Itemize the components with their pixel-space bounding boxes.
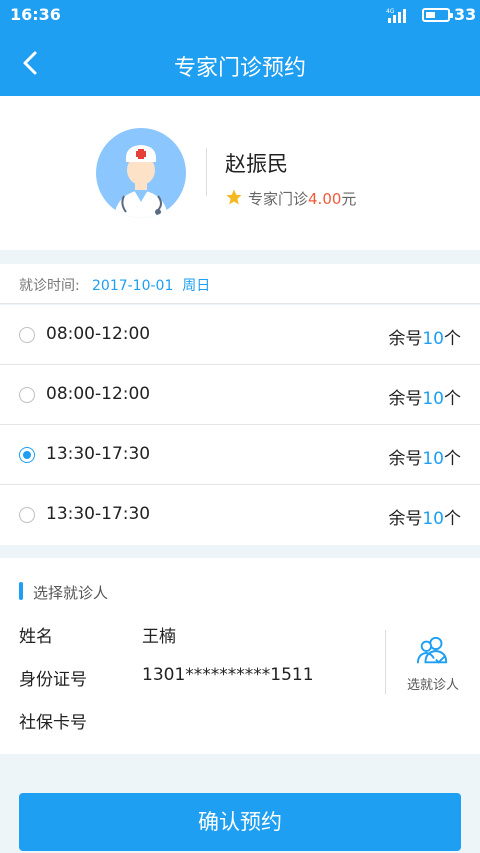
- divider: [206, 148, 207, 196]
- battery-level: 33: [454, 5, 477, 24]
- confirm-button[interactable]: 确认预约: [19, 793, 461, 851]
- doctor-name: 赵振民: [225, 152, 288, 176]
- section-marker: [19, 582, 23, 600]
- name-value: 王楠: [142, 627, 176, 647]
- nav-bar: 专家门诊预约: [0, 30, 480, 96]
- slot-time: 08:00-12:00: [46, 324, 151, 344]
- slot-time: 13:30-17:30: [46, 504, 151, 524]
- clinic-type: 专家门诊: [248, 190, 309, 208]
- radio-button[interactable]: [19, 507, 35, 523]
- radio-button[interactable]: [19, 327, 35, 343]
- clinic-info: 专家门诊4.00元: [248, 188, 356, 209]
- select-patient-label: 选就诊人: [406, 678, 459, 693]
- time-slot-list: 08:00-12:00 余号10个 08:00-12:00 余号10个 13:3…: [0, 305, 480, 545]
- visit-time-label: 就诊时间:: [19, 278, 80, 294]
- signal-icon: 4G: [386, 8, 406, 23]
- network-type: 4G: [386, 8, 395, 15]
- visit-weekday: 周日: [182, 278, 211, 294]
- status-bar: 16:36 4G 33: [0, 0, 480, 30]
- status-time: 16:36: [10, 5, 61, 24]
- slot-remaining: 余号10个: [388, 509, 461, 529]
- select-patient-button[interactable]: 选就诊人: [395, 634, 471, 698]
- id-label: 身份证号: [19, 670, 87, 690]
- time-slot[interactable]: 08:00-12:00 余号10个: [0, 365, 480, 425]
- time-slot[interactable]: 13:30-17:30 余号10个: [0, 425, 480, 485]
- section-title: 选择就诊人: [33, 584, 109, 602]
- page-title: 专家门诊预约: [173, 56, 306, 81]
- slot-remaining: 余号10个: [388, 449, 461, 469]
- radio-button[interactable]: [19, 387, 35, 403]
- name-label: 姓名: [19, 627, 53, 647]
- select-patient-icon: [416, 636, 448, 664]
- radio-button-selected[interactable]: [19, 447, 35, 463]
- insurance-label: 社保卡号: [19, 713, 87, 733]
- visit-time-row: 就诊时间: 2017-10-01 周日: [0, 264, 480, 304]
- doctor-card: 赵振民 专家门诊4.00元: [0, 96, 480, 250]
- clinic-fee: 4.00: [308, 190, 342, 208]
- patient-section: 选择就诊人 姓名 王楠 身份证号 1301**********1511 社保卡号…: [0, 558, 480, 754]
- divider: [385, 630, 386, 694]
- time-slot[interactable]: 08:00-12:00 余号10个: [0, 305, 480, 365]
- slot-remaining: 余号10个: [388, 329, 461, 349]
- star-icon: [226, 189, 242, 205]
- visit-time-value: 2017-10-01 周日: [92, 275, 210, 295]
- slot-remaining: 余号10个: [388, 389, 461, 409]
- battery-icon: [422, 8, 453, 22]
- slot-time: 08:00-12:00: [46, 384, 151, 404]
- doctor-avatar: [96, 128, 186, 218]
- fee-unit: 元: [341, 190, 357, 208]
- id-value: 1301**********1511: [142, 665, 314, 685]
- time-slot[interactable]: 13:30-17:30 余号10个: [0, 485, 480, 545]
- visit-date: 2017-10-01: [92, 278, 174, 294]
- slot-time: 13:30-17:30: [46, 444, 151, 464]
- doctor-icon: [114, 145, 168, 218]
